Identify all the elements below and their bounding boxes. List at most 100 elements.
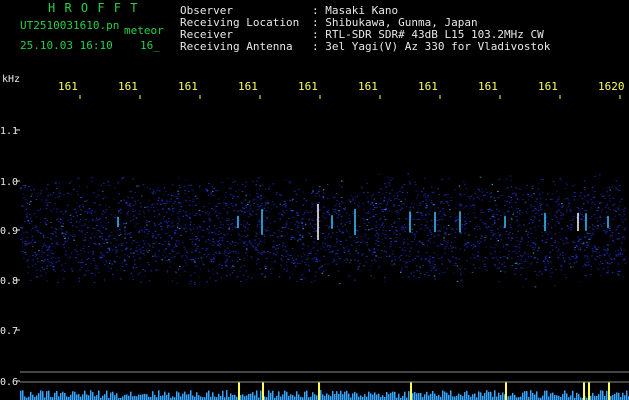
noise-pixel bbox=[260, 273, 262, 275]
noise-pixel bbox=[323, 212, 325, 214]
baseline-bar bbox=[74, 391, 76, 400]
noise-pixel bbox=[587, 200, 589, 202]
noise-pixel bbox=[27, 272, 29, 274]
noise-pixel bbox=[23, 220, 26, 222]
noise-pixel bbox=[572, 185, 574, 187]
noise-pixel bbox=[337, 256, 339, 257]
noise-pixel bbox=[305, 264, 307, 266]
noise-pixel bbox=[195, 212, 198, 214]
noise-pixel bbox=[350, 195, 352, 196]
noise-pixel bbox=[242, 243, 245, 245]
noise-pixel bbox=[300, 255, 303, 257]
noise-pixel bbox=[297, 240, 299, 242]
noise-pixel bbox=[545, 257, 547, 259]
noise-pixel bbox=[378, 266, 381, 268]
noise-pixel bbox=[590, 232, 592, 234]
x-tick-label: 161 bbox=[238, 80, 258, 93]
noise-pixel bbox=[158, 214, 161, 216]
noise-pixel bbox=[149, 188, 151, 190]
noise-pixel bbox=[379, 206, 382, 208]
noise-pixel bbox=[405, 262, 407, 264]
noise-pixel bbox=[311, 211, 313, 213]
noise-pixel bbox=[564, 198, 567, 200]
noise-pixel bbox=[355, 250, 357, 252]
noise-pixel bbox=[144, 236, 147, 238]
noise-pixel bbox=[580, 214, 583, 216]
noise-pixel bbox=[120, 208, 122, 210]
baseline-bar bbox=[232, 394, 234, 400]
baseline-bar bbox=[54, 392, 56, 400]
baseline-bar bbox=[314, 394, 316, 400]
noise-pixel bbox=[587, 261, 590, 263]
noise-pixel bbox=[128, 256, 131, 258]
noise-pixel bbox=[322, 232, 324, 234]
noise-pixel bbox=[179, 209, 181, 211]
noise-pixel bbox=[353, 240, 355, 242]
noise-pixel bbox=[327, 245, 329, 247]
noise-pixel bbox=[588, 238, 590, 240]
noise-pixel bbox=[28, 186, 30, 188]
noise-pixel bbox=[345, 257, 348, 259]
noise-pixel bbox=[338, 283, 341, 285]
noise-pixel bbox=[260, 198, 262, 200]
baseline-bar bbox=[312, 392, 314, 400]
baseline-bar bbox=[354, 391, 356, 400]
baseline-bar bbox=[144, 393, 146, 400]
noise-pixel bbox=[537, 258, 539, 260]
noise-pixel bbox=[70, 213, 72, 215]
noise-pixel bbox=[587, 193, 589, 195]
noise-pixel bbox=[242, 257, 245, 259]
noise-pixel bbox=[89, 237, 92, 239]
noise-pixel bbox=[126, 204, 129, 206]
noise-pixel bbox=[390, 243, 392, 245]
noise-pixel bbox=[481, 235, 483, 237]
noise-pixel bbox=[293, 216, 295, 218]
noise-pixel bbox=[375, 227, 377, 228]
noise-pixel bbox=[615, 189, 617, 191]
noise-pixel bbox=[572, 218, 575, 220]
noise-pixel bbox=[514, 262, 517, 264]
noise-pixel bbox=[184, 248, 186, 250]
noise-pixel bbox=[151, 192, 153, 193]
noise-pixel bbox=[578, 240, 580, 242]
noise-pixel bbox=[105, 259, 107, 261]
noise-pixel bbox=[139, 257, 141, 259]
noise-pixel bbox=[541, 213, 543, 215]
noise-pixel bbox=[28, 202, 31, 204]
noise-pixel bbox=[57, 261, 59, 263]
noise-pixel bbox=[189, 283, 191, 284]
noise-pixel bbox=[599, 261, 602, 263]
noise-pixel bbox=[215, 205, 217, 207]
noise-pixel bbox=[551, 249, 554, 251]
noise-pixel bbox=[519, 247, 521, 249]
noise-pixel bbox=[185, 179, 187, 181]
noise-pixel bbox=[478, 245, 481, 247]
noise-pixel bbox=[576, 261, 578, 263]
baseline-bar bbox=[464, 392, 466, 400]
noise-pixel bbox=[173, 207, 176, 209]
noise-pixel bbox=[244, 199, 247, 201]
noise-pixel bbox=[621, 215, 624, 217]
noise-pixel bbox=[242, 225, 245, 227]
baseline-bar bbox=[360, 395, 362, 400]
noise-pixel bbox=[171, 220, 174, 222]
noise-pixel bbox=[233, 251, 235, 252]
noise-pixel bbox=[163, 194, 165, 196]
noise-pixel bbox=[526, 261, 528, 263]
noise-pixel bbox=[580, 238, 582, 240]
noise-pixel bbox=[609, 225, 611, 227]
noise-pixel bbox=[434, 278, 436, 280]
noise-pixel bbox=[475, 236, 477, 238]
noise-pixel bbox=[249, 213, 251, 215]
baseline-bar bbox=[418, 393, 420, 400]
noise-pixel bbox=[495, 204, 497, 206]
noise-pixel bbox=[318, 267, 320, 269]
noise-pixel bbox=[149, 246, 151, 248]
noise-pixel bbox=[328, 214, 331, 216]
noise-pixel bbox=[413, 238, 416, 240]
noise-pixel bbox=[492, 215, 495, 217]
noise-pixel bbox=[80, 209, 82, 211]
baseline-peak bbox=[588, 382, 590, 400]
noise-pixel bbox=[606, 203, 609, 205]
noise-pixel bbox=[497, 240, 499, 241]
